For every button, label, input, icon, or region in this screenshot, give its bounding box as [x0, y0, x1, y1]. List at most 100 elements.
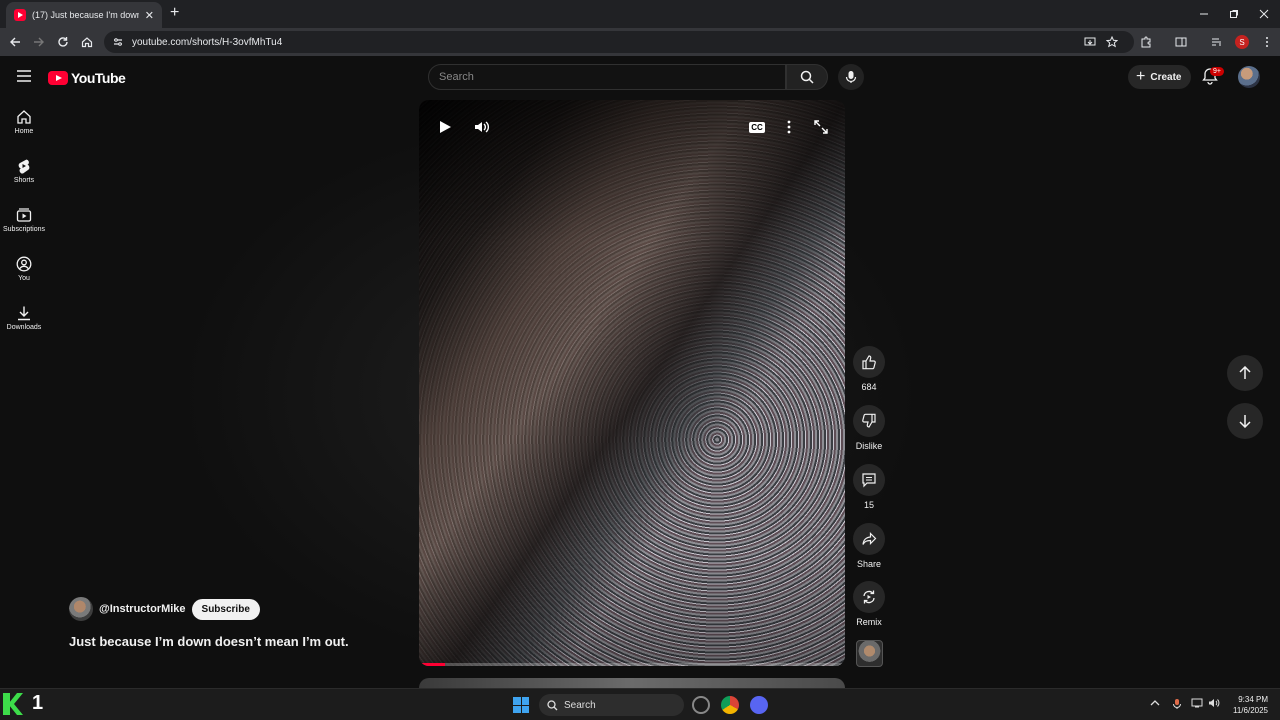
k-number[interactable]: 1: [32, 692, 43, 715]
voice-search-button[interactable]: [838, 64, 864, 90]
sidebar-item-label: Downloads: [6, 324, 42, 331]
home-button[interactable]: [78, 33, 96, 51]
youtube-favicon-icon: [14, 9, 26, 21]
volume-button[interactable]: [471, 116, 493, 138]
account-avatar[interactable]: [1238, 66, 1260, 88]
subscriptions-icon: [16, 208, 32, 222]
create-button[interactable]: + Create: [1128, 65, 1192, 89]
install-icon: [1084, 37, 1096, 46]
dislike-button[interactable]: [853, 405, 885, 437]
video-progress-bar[interactable]: [419, 663, 845, 666]
search-icon: [547, 699, 558, 710]
tab-close-button[interactable]: ✕: [145, 9, 154, 22]
taskbar-search[interactable]: Search: [539, 694, 684, 716]
install-app-button[interactable]: [1081, 33, 1099, 51]
remix-icon: [863, 590, 875, 604]
media-control-button[interactable]: [1208, 33, 1226, 51]
sidebar-item-label: Home: [14, 128, 34, 135]
next-short-button[interactable]: [1227, 403, 1263, 439]
restore-button[interactable]: [1218, 0, 1250, 28]
comments-button[interactable]: [853, 464, 885, 496]
user-circle-icon: [16, 256, 32, 272]
network-tray-icon[interactable]: [1191, 698, 1203, 708]
tray-overflow-chevron-icon[interactable]: [1150, 698, 1160, 708]
browser-tab[interactable]: (17) Just because I'm down do ✕: [6, 2, 162, 28]
address-bar[interactable]: youtube.com/shorts/H-3ovfMhTu4: [104, 31, 1134, 53]
channel-name[interactable]: @InstructorMike: [99, 603, 186, 615]
search-input[interactable]: [439, 71, 785, 83]
reload-button[interactable]: [54, 33, 72, 51]
new-tab-button[interactable]: +: [170, 5, 179, 21]
previous-short-button[interactable]: [1227, 355, 1263, 391]
arrow-right-icon: [34, 37, 44, 47]
url-text[interactable]: youtube.com/shorts/H-3ovfMhTu4: [132, 37, 282, 48]
youtube-logo[interactable]: YouTube: [48, 70, 126, 86]
browser-profile-avatar[interactable]: S: [1235, 35, 1249, 49]
like-button[interactable]: [853, 346, 885, 378]
sidebar-item-label: You: [18, 275, 30, 282]
download-icon: [18, 306, 30, 321]
k-logo-icon[interactable]: [3, 693, 23, 715]
home-icon: [17, 110, 31, 124]
shorts-video-player[interactable]: CC: [419, 100, 845, 666]
site-info-icon[interactable]: [112, 36, 124, 48]
start-button[interactable]: [513, 697, 529, 713]
forward-button[interactable]: [30, 33, 48, 51]
sidebar-item-you[interactable]: You: [0, 256, 48, 282]
guide-menu-button[interactable]: [17, 70, 31, 82]
closed-captions-icon: CC: [749, 121, 765, 133]
arrow-down-icon: [1239, 415, 1251, 428]
dislike-action: Dislike: [852, 405, 886, 451]
star-icon: [1106, 36, 1118, 48]
kebab-menu-icon: [787, 120, 791, 134]
volume-icon: [475, 121, 490, 133]
clock-time: 9:34 PM: [1238, 695, 1268, 704]
sidebar-item-subscriptions[interactable]: Subscriptions: [0, 207, 48, 233]
browser-tab-bar: (17) Just because I'm down do ✕ +: [0, 0, 1280, 28]
arrow-up-icon: [1239, 366, 1251, 379]
bookmark-button[interactable]: [1103, 33, 1121, 51]
captions-button[interactable]: CC: [746, 116, 768, 138]
share-button[interactable]: [853, 523, 885, 555]
share-action: Share: [852, 523, 886, 569]
sidebar-item-downloads[interactable]: Downloads: [0, 305, 48, 331]
chrome-app-icon[interactable]: [721, 696, 739, 714]
side-panel-button[interactable]: [1172, 33, 1190, 51]
search-box[interactable]: [428, 64, 786, 90]
subscribe-button[interactable]: Subscribe: [191, 598, 260, 620]
channel-avatar[interactable]: [69, 597, 93, 621]
microphone-tray-icon[interactable]: [1172, 698, 1182, 710]
system-clock[interactable]: 9:34 PM 11/6/2025: [1228, 694, 1268, 716]
copilot-app-icon[interactable]: [692, 696, 710, 714]
short-title[interactable]: Just because I’m down doesn’t mean I’m o…: [69, 634, 349, 649]
restore-icon: [1230, 10, 1238, 18]
fullscreen-button[interactable]: [810, 116, 832, 138]
sidebar-item-shorts[interactable]: Shorts: [0, 158, 48, 184]
close-window-button[interactable]: [1248, 0, 1280, 28]
play-button[interactable]: [434, 116, 456, 138]
extensions-button[interactable]: [1137, 33, 1155, 51]
minimize-button[interactable]: [1188, 0, 1220, 28]
youtube-play-logo-icon: [48, 71, 68, 85]
comment-icon: [862, 473, 876, 488]
discord-app-icon[interactable]: [750, 696, 768, 714]
reload-icon: [58, 37, 68, 47]
back-button[interactable]: [6, 33, 24, 51]
volume-tray-icon[interactable]: [1208, 698, 1220, 708]
search-button[interactable]: [786, 64, 828, 90]
sidebar-item-home[interactable]: Home: [0, 109, 48, 135]
search-icon: [800, 70, 814, 84]
remix-action: Remix: [852, 581, 886, 627]
dislike-label: Dislike: [855, 441, 883, 451]
taskbar-search-label: Search: [564, 699, 596, 711]
notification-count-badge: 9+: [1210, 67, 1224, 76]
sound-thumbnail[interactable]: [856, 640, 883, 667]
browser-menu-button[interactable]: [1258, 33, 1276, 51]
home-icon: [81, 37, 93, 48]
like-action: 684: [852, 346, 886, 392]
like-count: 684: [861, 382, 877, 392]
remix-button[interactable]: [853, 581, 885, 613]
puzzle-icon: [1141, 36, 1151, 48]
video-progress-fill: [419, 663, 445, 666]
more-options-button[interactable]: [778, 116, 800, 138]
